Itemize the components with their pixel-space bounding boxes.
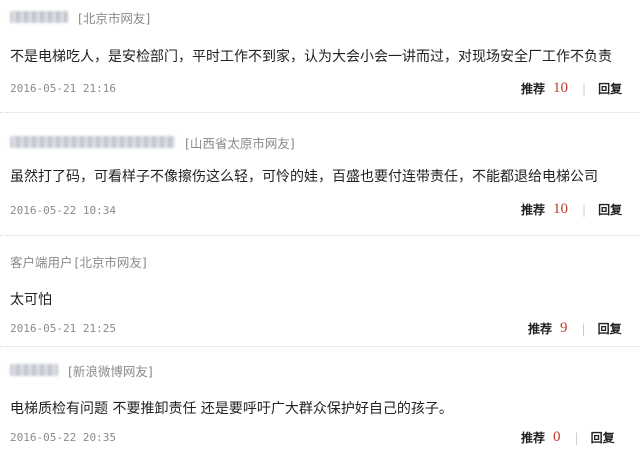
blurred-username — [10, 364, 58, 376]
username: 客户端用户 — [10, 254, 73, 270]
recommend-button[interactable]: 推荐 — [521, 429, 545, 446]
comment-text: 虽然打了码，可看样子不像擦伤这么轻，可怜的娃，百盛也要付连带责任，不能都退给电梯… — [10, 169, 598, 185]
comment-text: 电梯质检有问题 不要推卸责任 还是要呼吁广大群众保护好自己的孩子。 — [10, 401, 453, 417]
reply-button[interactable]: 回复 — [598, 201, 622, 218]
comment-time: 2016-05-21 21:16 — [10, 82, 116, 95]
comment-time: 2016-05-22 20:35 — [10, 431, 116, 444]
action-divider: | — [574, 430, 579, 445]
comment-header: [新浪微博网友] — [10, 361, 153, 379]
recommend-count: 10 — [553, 80, 569, 96]
action-divider: | — [581, 321, 586, 336]
comment-item: 客户端用户 [北京市网友] 太可怕 2016-05-21 21:25 推荐 9 … — [0, 236, 640, 347]
comment-header: 客户端用户 [北京市网友] — [10, 252, 147, 270]
recommend-count: 0 — [553, 429, 561, 445]
user-location: [北京市网友] — [74, 254, 147, 270]
comment-actions: 推荐 10 | 回复 — [521, 80, 622, 97]
reply-button[interactable]: 回复 — [598, 320, 622, 337]
comment-item: [新浪微博网友] 电梯质检有问题 不要推卸责任 还是要呼吁广大群众保护好自己的孩… — [0, 347, 640, 452]
blurred-username — [10, 136, 175, 148]
comment-text: 太可怕 — [10, 292, 52, 308]
user-location: [新浪微博网友] — [68, 363, 153, 379]
comment-actions: 推荐 9 | 回复 — [528, 320, 622, 337]
comment-text: 不是电梯吃人，是安检部门，平时工作不到家，认为大会小会一讲而过，对现场安全厂工作… — [10, 49, 612, 65]
recommend-count: 9 — [560, 320, 568, 336]
user-location: [山西省太原市网友] — [185, 135, 295, 151]
recommend-button[interactable]: 推荐 — [521, 80, 545, 97]
action-divider: | — [582, 202, 587, 217]
blurred-username — [10, 11, 68, 23]
reply-button[interactable]: 回复 — [591, 429, 615, 446]
comment-time: 2016-05-22 10:34 — [10, 204, 116, 217]
recommend-button[interactable]: 推荐 — [528, 320, 552, 337]
user-location: [北京市网友] — [78, 10, 151, 26]
comment-item: [山西省太原市网友] 虽然打了码，可看样子不像擦伤这么轻，可怜的娃，百盛也要付连… — [0, 113, 640, 236]
comment-actions: 推荐 0 | 回复 — [521, 429, 615, 446]
comment-header: [北京市网友] — [10, 8, 150, 26]
comment-header: [山西省太原市网友] — [10, 133, 295, 151]
reply-button[interactable]: 回复 — [598, 80, 622, 97]
comment-actions: 推荐 10 | 回复 — [521, 201, 622, 218]
recommend-count: 10 — [553, 201, 569, 217]
comment-item: [北京市网友] 不是电梯吃人，是安检部门，平时工作不到家，认为大会小会一讲而过，… — [0, 0, 640, 113]
action-divider: | — [582, 81, 587, 96]
comment-time: 2016-05-21 21:25 — [10, 322, 116, 335]
recommend-button[interactable]: 推荐 — [521, 201, 545, 218]
